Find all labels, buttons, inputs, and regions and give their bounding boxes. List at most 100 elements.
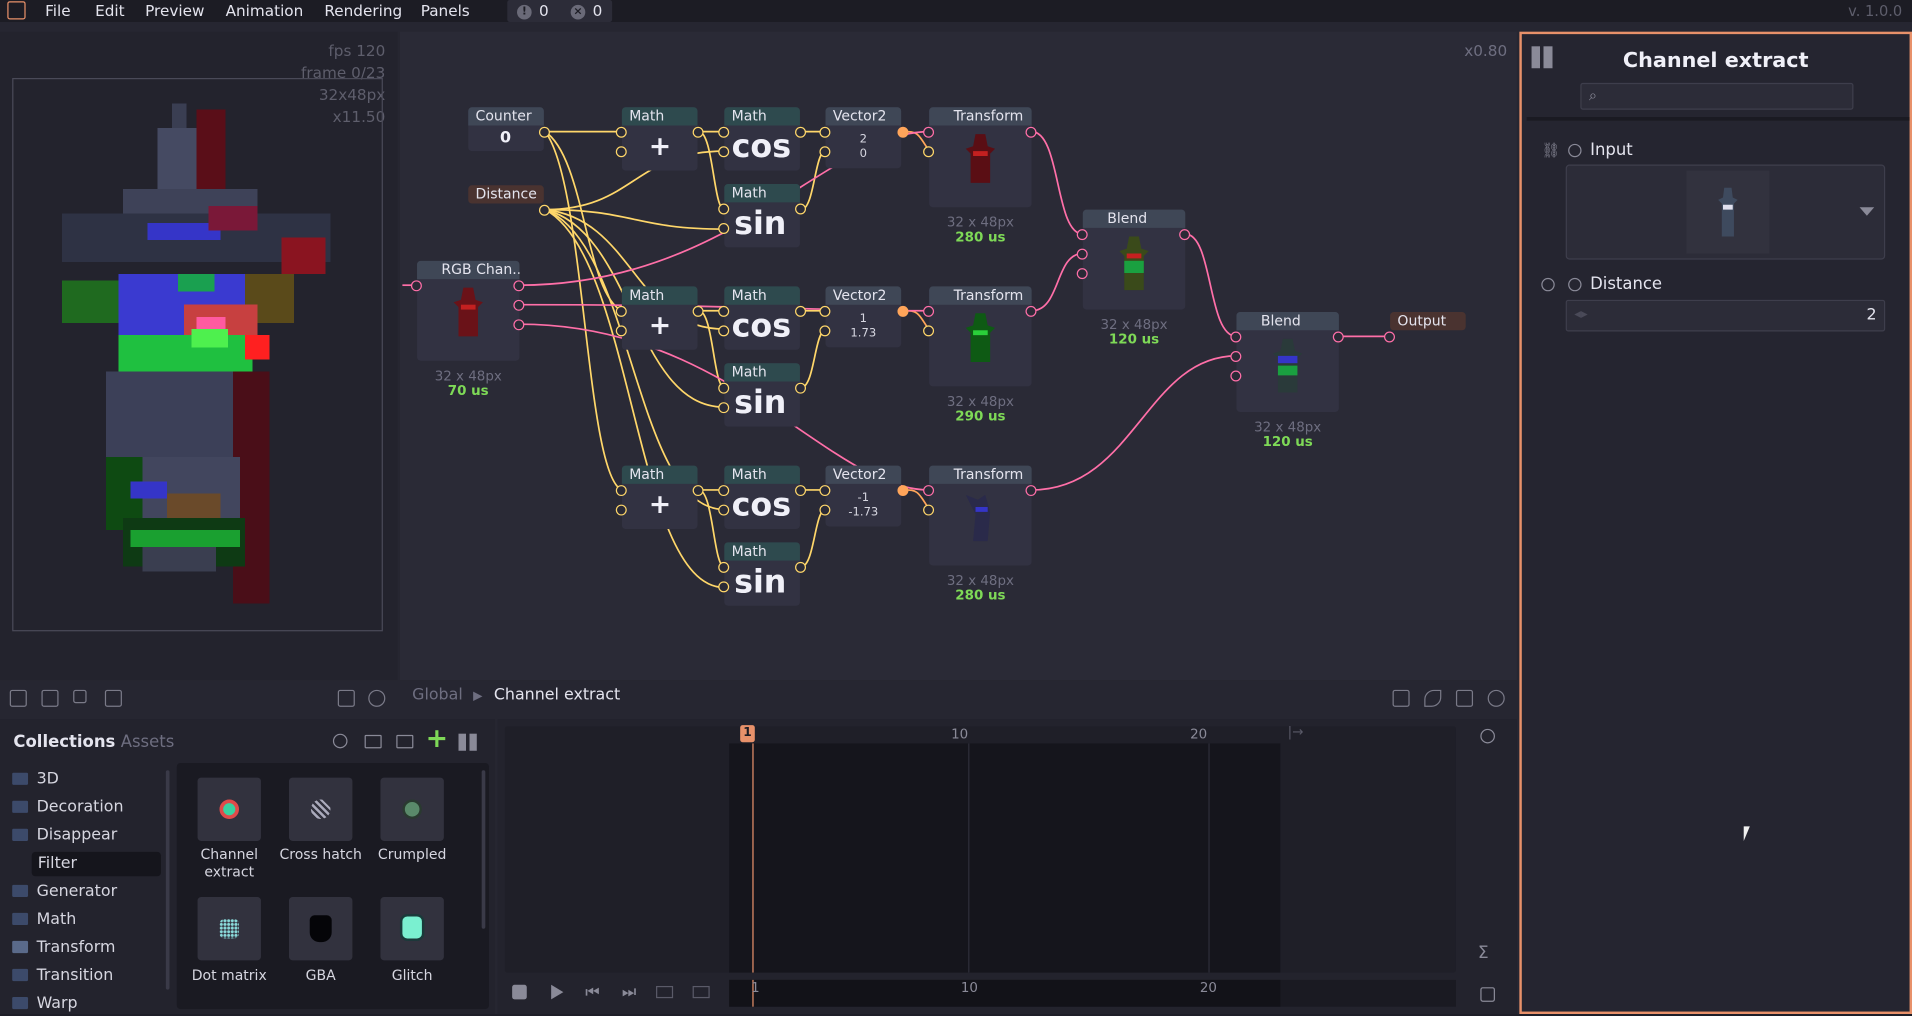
- math-sin-node-1[interactable]: Math sin: [724, 184, 800, 248]
- counter-output-pin[interactable]: [538, 126, 550, 138]
- pin[interactable]: [718, 146, 730, 158]
- pin[interactable]: [819, 305, 831, 317]
- folder-filter[interactable]: Filter: [31, 851, 161, 877]
- app-logo-icon[interactable]: [7, 1, 26, 20]
- breadcrumb-root[interactable]: Global: [412, 686, 463, 704]
- counter-node[interactable]: Counter 0: [468, 107, 544, 152]
- distance-drag-icon[interactable]: ◂▸: [1574, 306, 1587, 322]
- pin[interactable]: [1025, 305, 1037, 317]
- transform-node-2[interactable]: Transform: [929, 286, 1032, 387]
- folder-decoration[interactable]: Decoration: [12, 796, 161, 820]
- pin[interactable]: [692, 126, 704, 138]
- menu-animation[interactable]: Animation: [226, 1, 304, 19]
- tab-collections[interactable]: Collections: [13, 732, 115, 752]
- folder-disappear[interactable]: Disappear: [12, 824, 161, 848]
- pin[interactable]: [897, 485, 909, 497]
- folder-3d[interactable]: 3D: [12, 768, 161, 792]
- pin[interactable]: [923, 126, 935, 138]
- transform-node-3[interactable]: Transform: [929, 465, 1032, 566]
- pin[interactable]: [718, 305, 730, 317]
- vector2-node-1[interactable]: Vector2 2 0: [825, 107, 902, 169]
- pin[interactable]: [1230, 351, 1242, 362]
- math-add-node-2[interactable]: Math +: [621, 286, 698, 350]
- rgb-channel-node[interactable]: RGB Chan...: [417, 260, 520, 361]
- math-cos-node-2[interactable]: Math cos: [724, 286, 800, 350]
- pin[interactable]: [615, 504, 627, 516]
- pin[interactable]: [615, 146, 627, 158]
- pin[interactable]: [795, 382, 807, 394]
- pin[interactable]: [718, 402, 730, 414]
- folder-transition[interactable]: Transition: [12, 964, 161, 988]
- folder-generator[interactable]: Generator: [12, 880, 161, 904]
- pin[interactable]: [795, 485, 807, 497]
- pin[interactable]: [718, 325, 730, 337]
- output-node[interactable]: Output: [1390, 312, 1466, 331]
- math-add-node-3[interactable]: Math +: [621, 465, 698, 529]
- pin[interactable]: [1076, 229, 1088, 241]
- pin[interactable]: [819, 325, 831, 337]
- lock-preview-icon[interactable]: [9, 689, 27, 707]
- math-sin-node-2[interactable]: Math sin: [724, 363, 800, 427]
- vector2-node-3[interactable]: Vector2 -1 -1.73: [825, 465, 902, 527]
- new-folder-icon[interactable]: [396, 734, 414, 749]
- pin[interactable]: [795, 305, 807, 317]
- pin[interactable]: [615, 126, 627, 138]
- pin[interactable]: [897, 126, 909, 138]
- menu-rendering[interactable]: Rendering: [324, 1, 402, 19]
- pin[interactable]: [1076, 248, 1088, 260]
- asset-gba[interactable]: [288, 897, 353, 961]
- add-icon[interactable]: +: [426, 724, 448, 754]
- pin[interactable]: [692, 305, 704, 317]
- graph-center-icon[interactable]: [1487, 689, 1505, 707]
- menu-edit[interactable]: Edit: [95, 1, 125, 19]
- pin[interactable]: [615, 305, 627, 317]
- blend-node-2[interactable]: Blend: [1236, 312, 1339, 412]
- pin[interactable]: [1179, 229, 1191, 241]
- vector2-node-2[interactable]: Vector2 1 1.73: [825, 286, 902, 348]
- pin[interactable]: [923, 504, 935, 516]
- pin[interactable]: [692, 485, 704, 497]
- graph-grid-icon[interactable]: [1392, 689, 1410, 707]
- pin[interactable]: [615, 325, 627, 337]
- menu-preview[interactable]: Preview: [145, 1, 204, 19]
- pin[interactable]: [615, 485, 627, 497]
- pin[interactable]: [923, 305, 935, 317]
- previous-frame-button[interactable]: ⏮: [585, 984, 599, 1002]
- math-sin-node-3[interactable]: Math sin: [724, 542, 800, 606]
- distance-field[interactable]: ◂▸ 2: [1565, 299, 1886, 332]
- loop-end-icon[interactable]: [692, 985, 710, 999]
- pin[interactable]: [923, 146, 935, 158]
- timeline-graph-icon[interactable]: [1480, 987, 1495, 1002]
- asset-dot-matrix[interactable]: [197, 897, 261, 961]
- rgb-output-b-pin[interactable]: [513, 319, 525, 331]
- pin[interactable]: [718, 581, 730, 593]
- center-preview-icon[interactable]: [368, 689, 386, 707]
- timeline-range[interactable]: [729, 743, 1281, 973]
- pin[interactable]: [819, 485, 831, 497]
- search-input[interactable]: [1608, 86, 1848, 107]
- input-visibility-icon[interactable]: [1568, 143, 1582, 158]
- stop-button[interactable]: [512, 984, 527, 1000]
- loop-start-icon[interactable]: [656, 985, 674, 999]
- folder-warp[interactable]: Warp: [12, 992, 161, 1016]
- pin[interactable]: [795, 203, 807, 215]
- rgb-output-g-pin[interactable]: [513, 299, 525, 311]
- asset-cross-hatch[interactable]: [288, 777, 353, 841]
- folder-scrollbar[interactable]: [165, 770, 170, 990]
- tab-assets[interactable]: Assets: [121, 732, 175, 752]
- asset-glitch[interactable]: [380, 897, 444, 961]
- graph-minimap-icon[interactable]: [1455, 689, 1474, 707]
- folder-math[interactable]: Math: [12, 908, 161, 932]
- warning-count[interactable]: ! 0: [517, 1, 549, 20]
- input-link-icon[interactable]: ⛓: [1541, 141, 1560, 158]
- distance-reset-icon[interactable]: [1541, 277, 1555, 292]
- timeline-sigma-icon[interactable]: Σ: [1478, 943, 1489, 963]
- math-cos-node-1[interactable]: Math cos: [724, 107, 800, 171]
- pin[interactable]: [718, 203, 730, 215]
- pin[interactable]: [718, 382, 730, 394]
- pin[interactable]: [923, 485, 935, 497]
- error-count[interactable]: × 0: [570, 1, 602, 20]
- inspector-search[interactable]: ⌕: [1580, 82, 1854, 110]
- pin[interactable]: [1384, 331, 1395, 343]
- pin[interactable]: [819, 126, 831, 138]
